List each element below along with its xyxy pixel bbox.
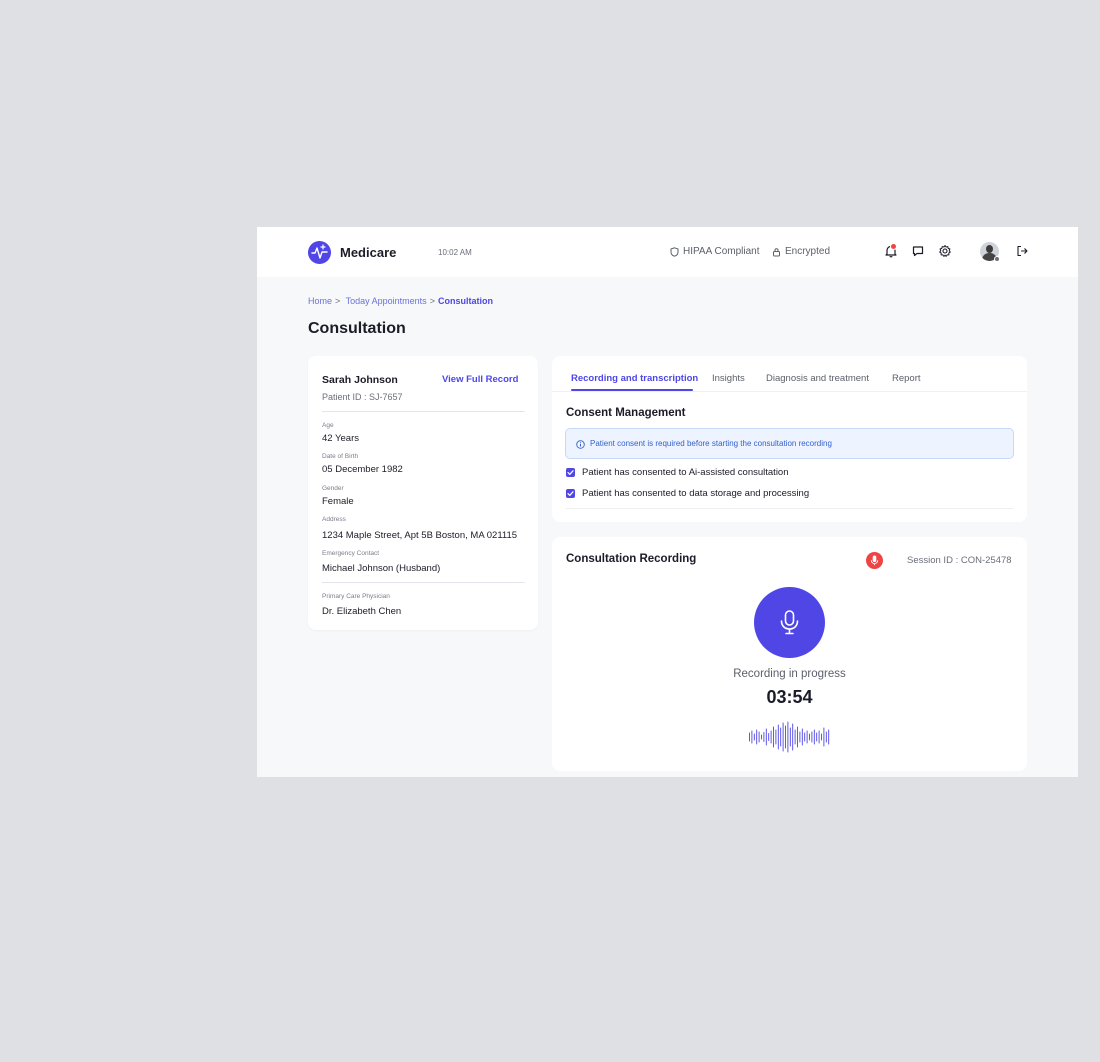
audio-waveform	[749, 721, 830, 753]
hipaa-label: HIPAA Compliant	[683, 246, 760, 257]
breadcrumb-home[interactable]: Home	[308, 296, 332, 306]
patient-name: Sarah Johnson	[322, 374, 398, 386]
page-title: Consultation	[308, 320, 406, 337]
microphone-icon	[780, 610, 799, 635]
physician-value: Dr. Elizabeth Chen	[322, 606, 402, 617]
physician-label: Primary Care Physician	[322, 593, 390, 600]
checkbox-checked[interactable]	[566, 489, 575, 498]
encrypted-label: Encrypted	[785, 246, 831, 257]
brand-name[interactable]: Medicare	[340, 245, 396, 260]
consent-title: Consent Management	[566, 407, 686, 419]
breadcrumb-separator: >	[335, 296, 341, 306]
emergency-contact-label: Emergency Contact	[322, 550, 380, 557]
gender-value: Female	[322, 496, 354, 507]
shield-icon	[670, 246, 679, 257]
tab-report[interactable]: Report	[892, 373, 921, 384]
hipaa-badge: HIPAA Compliant	[670, 246, 760, 257]
tabs-divider	[552, 391, 1027, 392]
consent-storage-label: Patient has consented to data storage an…	[582, 488, 810, 499]
recording-status: Recording in progress	[733, 668, 846, 680]
info-icon	[576, 440, 585, 449]
current-time: 10:02 AM	[438, 248, 472, 257]
gender-label: Gender	[322, 485, 344, 492]
top-bar: Medicare 10:02 AM HIPAA Compliant Encryp…	[257, 227, 1078, 277]
app-window: Medicare 10:02 AM HIPAA Compliant Encryp…	[257, 227, 1078, 777]
recording-title: Consultation Recording	[566, 553, 697, 565]
recording-timer: 03:54	[766, 687, 813, 707]
avatar-head	[986, 245, 993, 253]
consent-notice-text: Patient consent is required before start…	[590, 439, 832, 448]
patient-card: Sarah Johnson View Full Record Patient I…	[308, 356, 538, 630]
lock-icon	[773, 247, 780, 256]
address-value: 1234 Maple Street, Apt 5B Boston, MA 021…	[322, 530, 518, 541]
avatar-status-dot	[994, 256, 1000, 262]
patient-id: Patient ID : SJ-7657	[322, 392, 403, 402]
breadcrumb: Home > Today Appointments > Consultation	[308, 296, 493, 306]
chat-icon[interactable]	[911, 244, 925, 258]
emergency-contact-value: Michael Johnson (Husband)	[322, 563, 441, 574]
dob-value: 05 December 1982	[322, 464, 403, 475]
divider	[322, 582, 525, 583]
address-label: Address	[322, 516, 346, 523]
active-tab-indicator	[571, 389, 693, 391]
breadcrumb-separator: >	[429, 296, 435, 306]
notification-badge	[890, 243, 897, 250]
consent-card: Recording and transcription Insights Dia…	[552, 356, 1027, 522]
breadcrumb-current: Consultation	[437, 296, 493, 306]
divider	[322, 411, 525, 412]
recording-mic-icon[interactable]	[866, 552, 883, 569]
logout-icon[interactable]	[1015, 244, 1029, 258]
record-button[interactable]	[754, 587, 825, 658]
view-full-record-link[interactable]: View Full Record	[442, 374, 518, 385]
consent-ai-row[interactable]: Patient has consented to Ai-assisted con…	[566, 467, 789, 478]
checkbox-checked[interactable]	[566, 468, 575, 477]
logo-icon[interactable]	[308, 241, 331, 264]
tab-insights[interactable]: Insights	[712, 373, 745, 384]
gear-icon[interactable]	[938, 244, 952, 258]
tab-diagnosis[interactable]: Diagnosis and treatment	[766, 373, 869, 384]
consent-notice: Patient consent is required before start…	[565, 428, 1014, 459]
age-label: Age	[322, 422, 334, 429]
session-id: Session ID : CON-25478	[907, 555, 1012, 566]
dob-label: Date of Birth	[322, 453, 359, 460]
encrypted-badge: Encrypted	[772, 246, 830, 257]
breadcrumb-today[interactable]: Today Appointments	[346, 296, 427, 306]
consent-storage-row[interactable]: Patient has consented to data storage an…	[566, 488, 809, 499]
divider	[566, 508, 1014, 509]
age-value: 42 Years	[322, 433, 359, 444]
consent-ai-label: Patient has consented to Ai-assisted con…	[582, 467, 789, 478]
tab-recording[interactable]: Recording and transcription	[571, 373, 698, 384]
recording-card: Consultation Recording Session ID : CON-…	[552, 537, 1027, 771]
